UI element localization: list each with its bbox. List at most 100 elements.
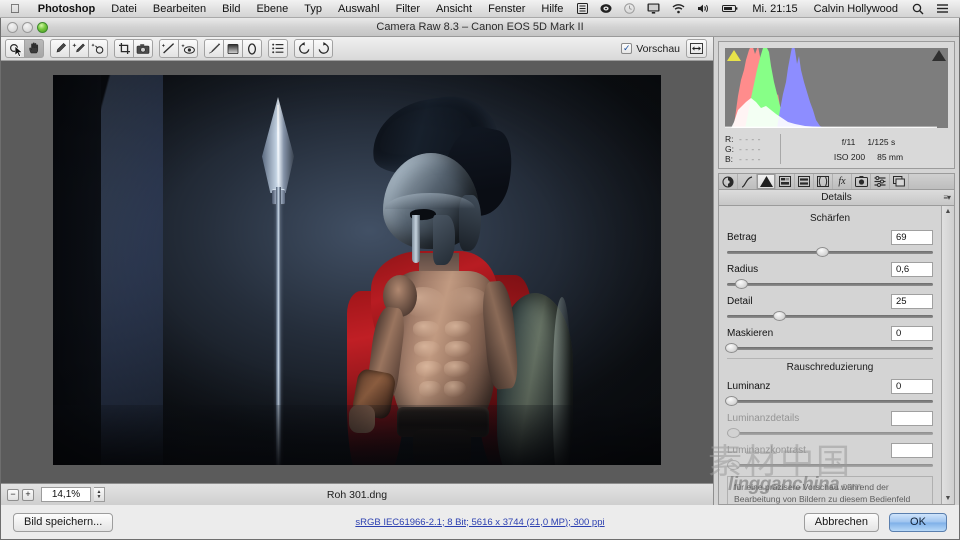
scroll-up-arrow[interactable]: ▲ (945, 208, 952, 215)
zoom-level-field[interactable]: 14,1% (41, 487, 91, 502)
details-panel-content: Schärfen Betrag 69 Radius 0,6 Detail 25 … (719, 206, 941, 504)
tone-curve-tab[interactable] (738, 174, 757, 189)
slider-maskieren-value[interactable]: 0 (891, 326, 933, 341)
slider-radius[interactable]: Radius 0,6 (727, 262, 933, 289)
radial-filter-tool[interactable] (242, 39, 262, 58)
ok-button[interactable]: OK (889, 512, 947, 532)
menu-clock[interactable]: Mi. 21:15 (744, 3, 805, 15)
mac-menu-bar:  Photoshop Datei Bearbeiten Bild Ebene … (0, 0, 960, 18)
slider-luminanz[interactable]: Luminanz 0 (725, 379, 933, 406)
scroll-down-arrow[interactable]: ▼ (945, 495, 952, 502)
slider-detail-value[interactable]: 25 (891, 294, 933, 309)
panel-scrollbar[interactable]: ▲ ▼ (941, 206, 954, 504)
menu-item-auswahl[interactable]: Auswahl (330, 3, 388, 15)
slider-betrag[interactable]: Betrag 69 (727, 230, 933, 257)
list-icon[interactable] (571, 3, 594, 14)
targeted-adjustment-tool[interactable] (88, 39, 108, 58)
preview-label: Vorschau (636, 42, 680, 55)
menu-item-photoshop[interactable]: Photoshop (30, 3, 103, 15)
window-title: Camera Raw 8.3 – Canon EOS 5D Mark II (376, 21, 584, 33)
tool-group-rotate (294, 39, 333, 58)
rgb-readout: R: - - - - G: - - - - B: - - - - (725, 134, 781, 164)
panel-tab-bar: fx (718, 173, 955, 190)
preview-checkbox[interactable]: ✓ Vorschau (621, 43, 680, 55)
menu-item-bild[interactable]: Bild (214, 3, 248, 15)
spartan-warrior-photo[interactable] (53, 75, 661, 465)
zoom-stepper[interactable]: ▲ ▼ (94, 487, 105, 502)
preferences-tool[interactable] (268, 39, 288, 58)
split-toning-tab[interactable] (795, 174, 814, 189)
menu-user-name[interactable]: Calvin Hollywood (806, 3, 906, 15)
fullscreen-toggle-icon[interactable] (686, 39, 707, 58)
color-sampler-tool[interactable] (69, 39, 89, 58)
menu-item-hilfe[interactable]: Hilfe (533, 3, 571, 15)
effects-tab[interactable]: fx (833, 174, 852, 189)
minus-icon[interactable]: − (7, 488, 19, 501)
slider-radius-label: Radius (727, 264, 759, 275)
window-controls (7, 22, 48, 33)
detail-tab[interactable] (757, 174, 776, 189)
clock-icon[interactable] (618, 3, 641, 14)
rotate-clockwise-tool[interactable] (313, 39, 333, 58)
menu-item-ebene[interactable]: Ebene (248, 3, 296, 15)
menu-item-typ[interactable]: Typ (296, 3, 330, 15)
slider-luminanz-track[interactable] (725, 396, 933, 406)
panel-title: Details (821, 192, 852, 203)
spot-removal-tool[interactable] (159, 39, 179, 58)
zoom-button[interactable] (37, 22, 48, 33)
checkbox-box[interactable]: ✓ (621, 43, 633, 54)
footer-actions: Abbrechen OK (803, 512, 947, 532)
snapshots-tab[interactable] (890, 174, 909, 189)
basic-tab[interactable] (719, 174, 738, 189)
slider-radius-value[interactable]: 0,6 (891, 262, 933, 277)
wifi-icon[interactable] (666, 3, 691, 14)
slider-betrag-track[interactable] (727, 247, 933, 257)
graduated-filter-tool[interactable] (223, 39, 243, 58)
window-title-bar[interactable]: Camera Raw 8.3 – Canon EOS 5D Mark II (1, 18, 959, 37)
close-button[interactable] (7, 22, 18, 33)
search-icon[interactable] (906, 3, 930, 15)
slider-detail-track[interactable] (727, 311, 933, 321)
histogram-graph[interactable] (725, 48, 948, 128)
slider-maskieren-track[interactable] (725, 343, 933, 353)
slider-maskieren[interactable]: Maskieren 0 (725, 326, 933, 353)
hand-tool[interactable] (24, 39, 44, 58)
adjustment-brush-tool[interactable] (204, 39, 224, 58)
menu-item-bearbeiten[interactable]: Bearbeiten (145, 3, 214, 15)
apple-logo-icon[interactable]:  (0, 2, 30, 15)
straighten-tool[interactable] (133, 39, 153, 58)
red-eye-removal-tool[interactable] (178, 39, 198, 58)
menu-item-filter[interactable]: Filter (388, 3, 428, 15)
slider-luminanz-value[interactable]: 0 (891, 379, 933, 394)
menu-item-ansicht[interactable]: Ansicht (428, 3, 480, 15)
plus-icon[interactable]: + (22, 488, 34, 501)
menu-item-datei[interactable]: Datei (103, 3, 145, 15)
slider-luminanzdetails-track (727, 428, 933, 438)
slider-radius-track[interactable] (727, 279, 933, 289)
slider-maskieren-label: Maskieren (727, 328, 774, 339)
image-canvas[interactable] (1, 61, 713, 483)
save-image-button[interactable]: Bild speichern... (13, 512, 114, 532)
camera-calibration-tab[interactable] (852, 174, 871, 189)
dropbox-icon[interactable] (594, 3, 618, 14)
panel-menu-icon[interactable]: ≡▾ (943, 193, 951, 202)
cancel-button[interactable]: Abbrechen (803, 512, 879, 532)
slider-betrag-label: Betrag (727, 232, 757, 243)
hsl-grayscale-tab[interactable] (776, 174, 795, 189)
volume-icon[interactable] (691, 3, 716, 14)
zoom-tool[interactable] (5, 39, 25, 58)
slider-detail[interactable]: Detail 25 (727, 294, 933, 321)
slider-betrag-value[interactable]: 69 (891, 230, 933, 245)
battery-icon[interactable] (716, 3, 744, 14)
tool-group-retouch (159, 39, 198, 58)
presets-tab[interactable] (871, 174, 890, 189)
notification-center-icon[interactable] (930, 3, 955, 14)
lens-corrections-tab[interactable] (814, 174, 833, 189)
camera-raw-window: Camera Raw 8.3 – Canon EOS 5D Mark II ✓ … (0, 18, 960, 540)
minimize-button[interactable] (22, 22, 33, 33)
rotate-counterclockwise-tool[interactable] (294, 39, 314, 58)
crop-tool[interactable] (114, 39, 134, 58)
white-balance-tool[interactable] (50, 39, 70, 58)
display-icon[interactable] (641, 3, 666, 14)
menu-item-fenster[interactable]: Fenster (480, 3, 533, 15)
